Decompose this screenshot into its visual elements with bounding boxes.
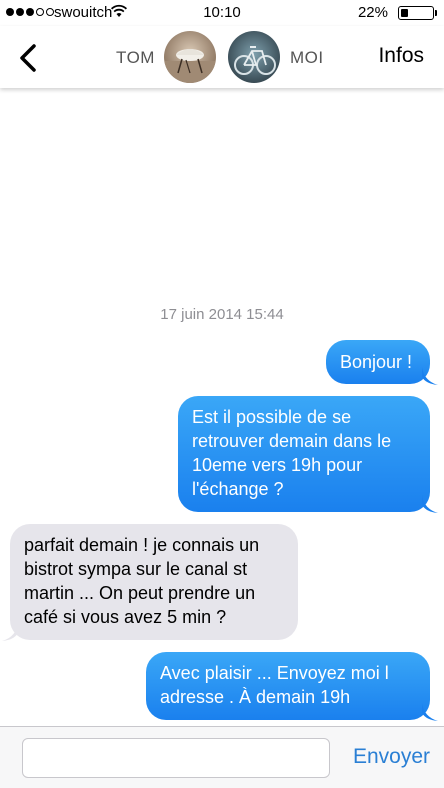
outgoing-message[interactable]: Avec plaisir ... Envoyez moi l adresse .…	[146, 652, 430, 720]
chevron-left-icon[interactable]	[16, 42, 40, 74]
battery-level	[401, 9, 408, 17]
message-composer: Envoyer	[0, 726, 444, 788]
navigation-bar: TOM MOI Infos	[0, 26, 444, 88]
message-input[interactable]	[22, 738, 330, 778]
incoming-message[interactable]: parfait demain ! je connais un bistrot s…	[10, 524, 298, 640]
contact-name: TOM	[116, 48, 155, 67]
bubble-tail	[2, 623, 18, 641]
battery-percentage: 22%	[357, 4, 388, 21]
contact-avatar[interactable]	[164, 31, 216, 83]
status-bar: swouitch 10:10 22%	[0, 0, 444, 26]
infos-button[interactable]: Infos	[378, 44, 424, 68]
outgoing-message[interactable]: Bonjour !	[326, 340, 430, 384]
bicycle-photo-icon	[234, 46, 276, 75]
outgoing-message[interactable]: Est il possible de se retrouver demain d…	[178, 396, 430, 512]
user-avatar[interactable]	[228, 31, 280, 83]
chair-photo-icon	[164, 49, 216, 83]
bubble-tail	[422, 703, 438, 721]
battery-icon	[398, 6, 437, 20]
message-timestamp: 17 juin 2014 15:44	[160, 306, 284, 323]
bubble-tail	[422, 367, 438, 385]
send-button[interactable]: Envoyer	[353, 745, 430, 769]
bubble-tail	[422, 495, 438, 513]
conversation: 17 juin 2014 15:44 Bonjour ! Est il poss…	[0, 88, 444, 726]
self-name: MOI	[290, 48, 324, 67]
